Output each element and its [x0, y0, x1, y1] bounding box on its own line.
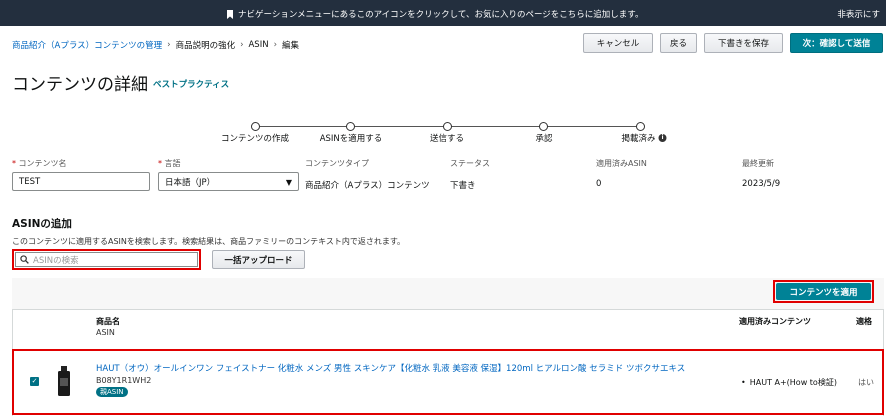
column-header-product-name: 商品名 [96, 317, 120, 326]
row-checkbox[interactable]: ✓ [30, 377, 39, 386]
language-selected-value: 日本語（JP） [165, 177, 216, 188]
page-title: コンテンツの詳細 [12, 75, 148, 95]
product-thumbnail [58, 366, 70, 396]
chevron-right-icon: › [240, 40, 244, 50]
step-label-published: 掲載済み [621, 134, 656, 144]
breadcrumb-item-enhance[interactable]: 商品説明の強化 [176, 39, 236, 51]
notification-banner: ナビゲーションメニューにあるこのアイコンをクリックして、お気に入りのページをこち… [0, 0, 886, 26]
step-label-create: コンテンツの作成 [220, 134, 290, 144]
next-review-submit-button[interactable]: 次：確認して送信 [790, 33, 883, 53]
applied-asin-value: 0 [596, 179, 602, 189]
status-value: 下書き [450, 181, 476, 191]
product-name-link[interactable]: HAUT（オウ）オールインワン フェイストナー 化粧水 メンズ 男性 スキンケア… [96, 362, 685, 374]
step-label-submit: 送信する [429, 134, 465, 144]
bulk-upload-button[interactable]: 一括アップロード [212, 250, 305, 269]
content-name-label-text: コンテンツ名 [18, 159, 67, 168]
search-icon [20, 255, 29, 264]
applied-asin-label: 適用済みASIN [596, 159, 647, 168]
add-asin-title: ASINの追加 [12, 218, 72, 230]
breadcrumb-item-asin[interactable]: ASIN [248, 40, 268, 50]
language-select[interactable]: 日本語（JP） ▼ [158, 172, 299, 191]
banner-message-wrap: ナビゲーションメニューにあるこのアイコンをクリックして、お気に入りのページをこち… [226, 8, 643, 20]
language-label: * 言語 [158, 159, 181, 168]
asin-search-input[interactable]: ASINの検索 [15, 252, 198, 267]
last-updated-value: 2023/5/9 [742, 179, 781, 189]
banner-message: ナビゲーションメニューにあるこのアイコンをクリックして、お気に入りのページをこち… [238, 10, 644, 20]
step-dot-create [251, 122, 260, 131]
apply-highlight: コンテンツを適用 [773, 280, 874, 303]
breadcrumb-item-edit: 編集 [281, 41, 299, 51]
language-label-text: 言語 [164, 159, 181, 168]
caret-down-icon: ▼ [285, 178, 292, 187]
asin-search-placeholder: ASINの検索 [33, 255, 79, 266]
step-dot-approve [539, 122, 548, 131]
breadcrumb-item-manage[interactable]: 商品紹介（Aプラス）コンテンツの管理 [12, 39, 162, 51]
info-icon[interactable]: i [658, 134, 667, 142]
save-draft-button[interactable]: 下書きを保存 [704, 33, 783, 53]
column-header-applied-content: 適用済みコンテンツ [739, 317, 811, 326]
breadcrumb: 商品紹介（Aプラス）コンテンツの管理 › 商品説明の強化 › ASIN › 編集 [12, 39, 299, 51]
step-dot-apply-asin [346, 122, 355, 131]
step-dot-submit [443, 122, 452, 131]
step-label-published-wrap: 掲載済み i [621, 132, 667, 144]
back-button[interactable]: 戻る [660, 33, 697, 53]
parent-asin-badge: 親ASIN [96, 387, 128, 397]
content-name-input[interactable]: TEST [12, 172, 150, 191]
step-dot-published [636, 122, 645, 131]
chevron-right-icon: › [273, 40, 277, 50]
content-type-label: コンテンツタイプ [305, 159, 369, 168]
best-practices-link[interactable]: ベストプラクティス [153, 78, 229, 90]
chevron-right-icon: › [167, 40, 171, 50]
status-label: ステータス [450, 159, 490, 168]
cancel-button[interactable]: キャンセル [583, 33, 653, 53]
step-label-approve: 承認 [535, 134, 553, 144]
column-header-asin: ASIN [96, 328, 115, 337]
bookmark-icon [227, 9, 233, 19]
step-label-apply-asin: ASINを適用する [319, 134, 383, 144]
add-asin-description: このコンテンツに適用するASINを検索します。検索結果は、商品ファミリーのコンテ… [12, 237, 406, 246]
apply-content-button[interactable]: コンテンツを適用 [776, 283, 871, 300]
content-type-value: 商品紹介（Aプラス）コンテンツ [305, 181, 430, 191]
eligible-value: はい [858, 378, 874, 387]
search-highlight: ASINの検索 [12, 249, 201, 270]
hide-banner-link[interactable]: 非表示にす [837, 8, 880, 20]
product-asin: B08Y1R1WH2 [96, 376, 152, 385]
results-toolbar [12, 278, 884, 310]
column-header-eligible: 適格 [856, 317, 872, 326]
content-name-label: * コンテンツ名 [12, 159, 67, 168]
last-updated-label: 最終更新 [742, 159, 774, 168]
applied-content-item: HAUT A+(How to検証) [741, 377, 837, 388]
